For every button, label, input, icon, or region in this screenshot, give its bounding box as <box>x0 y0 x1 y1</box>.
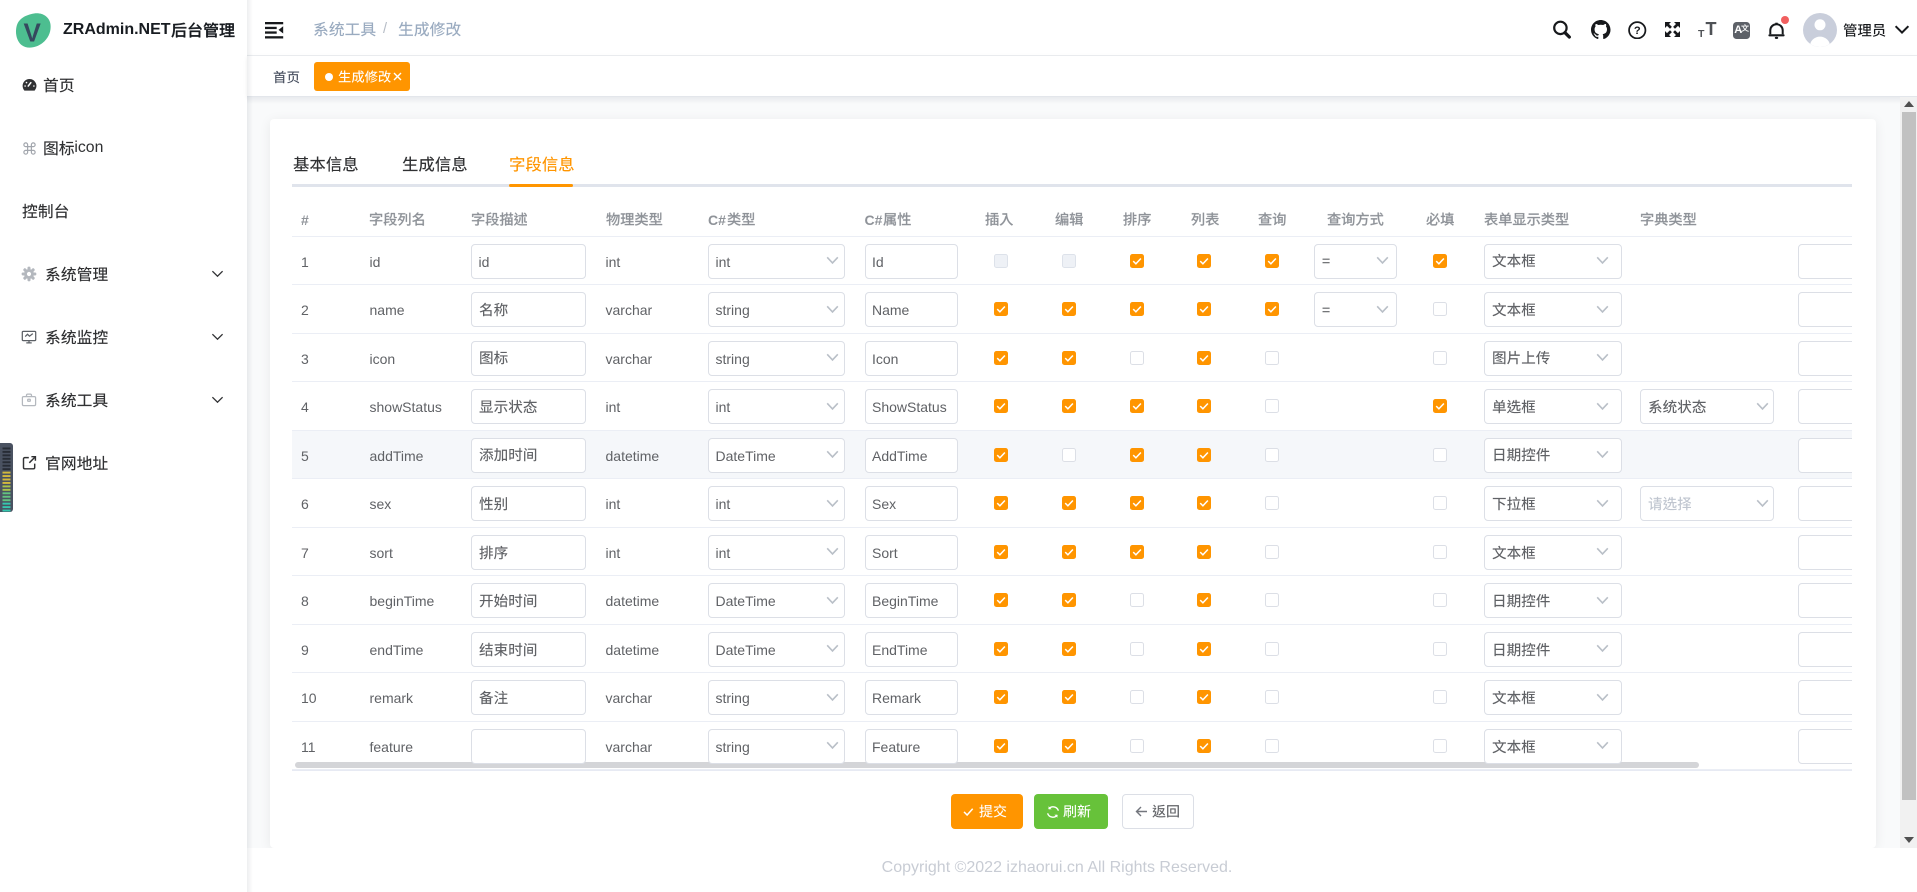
svg-text:?: ? <box>1634 25 1641 37</box>
svg-text:V: V <box>23 17 41 47</box>
